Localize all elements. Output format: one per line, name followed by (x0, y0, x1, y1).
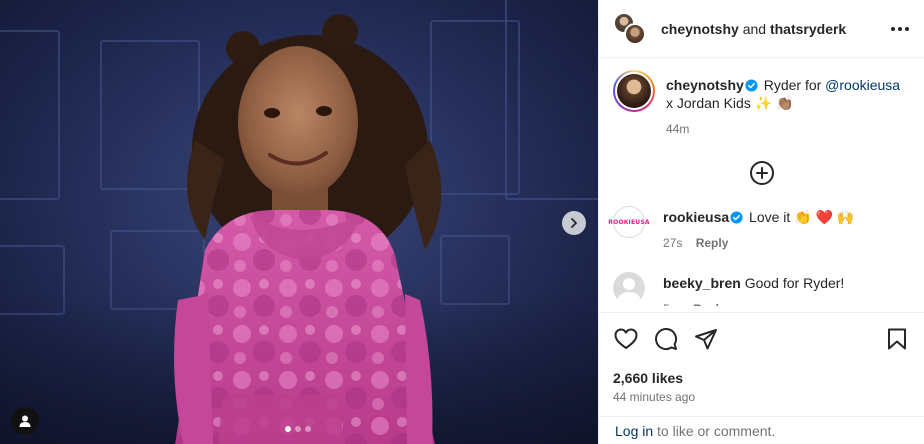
carousel-dot (305, 426, 311, 432)
author-link[interactable]: cheynotshy (661, 21, 739, 37)
face (238, 46, 358, 198)
post-sidebar: cheynotshy and thatsryderk cheynotshy Ry… (598, 0, 924, 444)
post-viewer: cheynotshy and thatsryderk cheynotshy Ry… (0, 0, 924, 444)
carousel-indicator (285, 426, 311, 432)
user-tag-icon (19, 415, 31, 427)
comment-username[interactable]: beeky_bren (663, 275, 741, 291)
verified-icon (730, 211, 743, 224)
collab-avatars[interactable] (613, 11, 649, 46)
share-icon (695, 329, 717, 350)
caption: cheynotshy Ryder for @rookieusa x Jordan… (613, 70, 924, 138)
child-photo (174, 14, 442, 444)
avatar (624, 22, 646, 45)
story-ring-avatar[interactable] (613, 70, 655, 112)
joiner-text: and (742, 20, 767, 37)
next-slide-button[interactable] (562, 211, 586, 235)
avatar (615, 72, 653, 110)
post-timestamp[interactable]: 44 minutes ago (613, 390, 910, 404)
hair-bun-left (226, 31, 260, 65)
collab-title: cheynotshy and thatsryderk (661, 21, 888, 37)
add-circle-icon[interactable] (749, 160, 775, 186)
post-media[interactable] (0, 0, 598, 444)
comment-button[interactable] (653, 326, 679, 352)
caption-text-rest: x Jordan Kids ✨ 👏🏽 (666, 95, 794, 111)
rookie-logo: ROOKIEUSA (608, 218, 650, 226)
post-header: cheynotshy and thatsryderk (599, 0, 924, 58)
comment-icon (655, 328, 678, 350)
avatar[interactable]: ROOKIEUSA (608, 206, 650, 238)
comments-section[interactable]: cheynotshy Ryder for @rookieusa x Jordan… (599, 58, 924, 312)
carousel-dot (295, 426, 301, 432)
login-rest-text: to like or comment. (653, 423, 776, 439)
scroll-cutoff (599, 306, 924, 312)
load-more (599, 160, 924, 186)
caption-text: Ryder for (763, 77, 826, 93)
caption-time[interactable]: 44m (666, 122, 689, 136)
save-button[interactable] (884, 326, 910, 352)
post-actions: 2,660 likes 44 minutes ago (599, 312, 924, 416)
mention-link[interactable]: @rookieusa (825, 77, 900, 93)
chevron-right-icon (571, 218, 577, 228)
comment-username[interactable]: rookieusa (663, 209, 729, 225)
comment-item: ROOKIEUSA rookieusa Love it 👏 ❤️ 🙌 27s R… (608, 204, 924, 252)
avatar[interactable] (613, 272, 645, 304)
comment-text: Good for Ryder! (744, 275, 845, 291)
login-link[interactable]: Log in (615, 423, 653, 439)
more-options-button[interactable] (888, 17, 912, 41)
share-button[interactable] (693, 326, 719, 352)
like-count[interactable]: 2,660 likes (613, 370, 910, 386)
verified-icon (745, 79, 758, 92)
default-avatar-icon (617, 278, 641, 304)
more-icon (891, 26, 909, 31)
comment-time[interactable]: 27s (663, 236, 682, 250)
coauthor-link[interactable]: thatsryderk (770, 21, 846, 37)
caption-username[interactable]: cheynotshy (666, 77, 744, 93)
heart-icon (614, 328, 638, 349)
tagged-users-button[interactable] (11, 407, 39, 435)
reply-button[interactable]: Reply (696, 236, 729, 250)
hair-bun-right (322, 14, 358, 50)
comment-text: Love it 👏 ❤️ 🙌 (749, 209, 855, 225)
like-button[interactable] (613, 326, 639, 352)
bookmark-icon (888, 328, 906, 350)
login-prompt: Log in to like or comment. (599, 416, 924, 444)
carousel-dot (285, 426, 291, 432)
